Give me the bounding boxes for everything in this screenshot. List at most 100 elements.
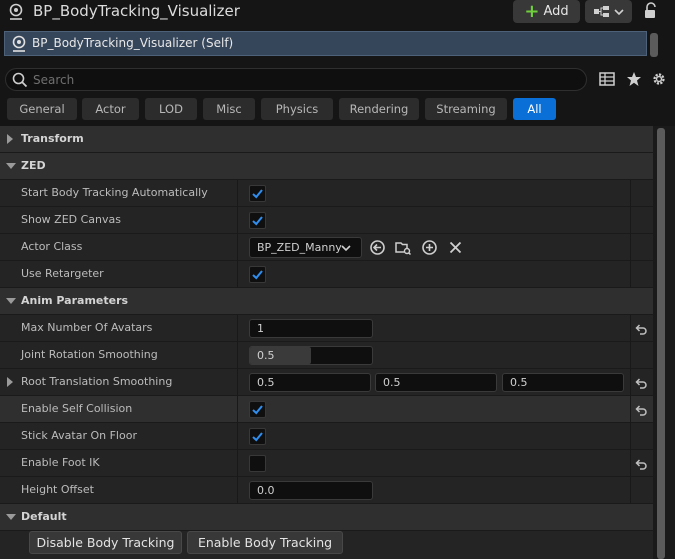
filter-actor[interactable]: Actor xyxy=(82,98,139,120)
property-label: Stick Avatar On Floor xyxy=(21,429,137,442)
filter-rendering[interactable]: Rendering xyxy=(339,98,419,120)
checkmark-icon xyxy=(252,189,263,199)
property-stick-avatar-on-floor: Stick Avatar On Floor xyxy=(0,423,653,450)
height-offset-field[interactable]: 0.0 xyxy=(249,481,373,500)
reset-to-default-icon[interactable] xyxy=(634,403,648,417)
property-label: Start Body Tracking Automatically xyxy=(21,186,208,199)
enable-body-tracking-button[interactable]: Enable Body Tracking xyxy=(187,531,343,554)
add-component-button[interactable]: + Add xyxy=(513,0,580,23)
root-translation-z-field[interactable]: 0.5 xyxy=(502,373,624,392)
category-label: ZED xyxy=(21,159,46,172)
collapse-arrow-icon xyxy=(6,163,16,169)
stick-floor-checkbox[interactable] xyxy=(249,428,266,445)
clear-icon[interactable] xyxy=(447,239,464,256)
property-start-body-tracking: Start Body Tracking Automatically xyxy=(0,180,653,207)
component-self-row[interactable]: BP_BodyTracking_Visualizer (Self) xyxy=(4,31,647,56)
filter-misc[interactable]: Misc xyxy=(203,98,255,120)
chevron-down-icon xyxy=(614,8,624,15)
add-label: Add xyxy=(543,4,569,19)
property-label: Height Offset xyxy=(21,483,94,496)
search-box[interactable] xyxy=(5,68,587,91)
disable-body-tracking-button[interactable]: Disable Body Tracking xyxy=(29,531,182,554)
actor-class-dropdown[interactable]: BP_ZED_Manny xyxy=(249,237,362,258)
field-value: 0.5 xyxy=(257,376,275,389)
actor-icon xyxy=(12,35,26,52)
lock-icon[interactable] xyxy=(642,2,660,20)
property-label: Root Translation Smoothing xyxy=(21,375,173,388)
field-value: 0.5 xyxy=(510,376,528,389)
reset-to-default-icon[interactable] xyxy=(634,457,648,471)
search-icon xyxy=(12,72,28,88)
actor-icon xyxy=(9,3,23,20)
root-translation-x-field[interactable]: 0.5 xyxy=(249,373,371,392)
field-value: 1 xyxy=(257,322,264,335)
property-label: Max Number Of Avatars xyxy=(21,321,153,334)
category-zed[interactable]: ZED xyxy=(0,153,653,180)
filter-all[interactable]: All xyxy=(513,98,556,120)
category-anim-parameters[interactable]: Anim Parameters xyxy=(0,288,653,315)
category-label: Anim Parameters xyxy=(21,294,129,307)
joint-rotation-slider[interactable]: 0.5 xyxy=(249,346,373,365)
property-root-translation-smoothing: Root Translation Smoothing 0.5 0.5 0.5 xyxy=(0,369,653,396)
property-label: Use Retargeter xyxy=(21,267,104,280)
expand-arrow-icon[interactable] xyxy=(6,377,14,387)
property-label: Show ZED Canvas xyxy=(21,213,122,226)
filter-physics[interactable]: Physics xyxy=(261,98,333,120)
blueprint-options-button[interactable] xyxy=(585,0,632,23)
self-collision-checkbox[interactable] xyxy=(249,401,266,418)
star-icon[interactable] xyxy=(626,71,642,87)
reset-to-default-icon[interactable] xyxy=(634,322,648,336)
checkmark-icon xyxy=(252,432,263,442)
property-max-avatars: Max Number Of Avatars 1 xyxy=(0,315,653,342)
property-enable-self-collision: Enable Self Collision xyxy=(0,396,653,423)
blueprint-hierarchy-icon xyxy=(594,5,609,17)
add-icon[interactable] xyxy=(421,239,438,256)
start-body-tracking-checkbox[interactable] xyxy=(249,185,266,202)
property-use-retargeter: Use Retargeter xyxy=(0,261,653,288)
root-translation-y-field[interactable]: 0.5 xyxy=(375,373,497,392)
filter-streaming[interactable]: Streaming xyxy=(425,98,507,120)
use-selected-icon[interactable] xyxy=(369,239,386,256)
property-label: Actor Class xyxy=(21,240,83,253)
filter-general[interactable]: General xyxy=(7,98,77,120)
field-value: 0.0 xyxy=(257,484,275,497)
component-label: BP_BodyTracking_Visualizer (Self) xyxy=(32,36,234,50)
table-view-icon[interactable] xyxy=(599,71,615,87)
actor-class-value: BP_ZED_Manny xyxy=(257,241,342,254)
collapse-arrow-icon xyxy=(6,514,16,520)
use-retargeter-checkbox[interactable] xyxy=(249,266,266,283)
property-height-offset: Height Offset 0.0 xyxy=(0,477,653,504)
chevron-down-icon xyxy=(341,245,351,252)
show-zed-canvas-checkbox[interactable] xyxy=(249,212,266,229)
property-show-zed-canvas: Show ZED Canvas xyxy=(0,207,653,234)
details-scrollbar[interactable] xyxy=(657,128,665,559)
title-bar: BP_BodyTracking_Visualizer + Add xyxy=(0,0,675,28)
foot-ik-checkbox[interactable] xyxy=(249,455,266,472)
details-panel: Transform ZED Start Body Tracking Automa… xyxy=(0,126,653,559)
property-actor-class: Actor Class BP_ZED_Manny xyxy=(0,234,653,261)
search-input[interactable] xyxy=(33,71,573,88)
property-label: Enable Self Collision xyxy=(21,402,133,415)
gear-icon[interactable] xyxy=(651,71,667,87)
browse-folder-icon[interactable] xyxy=(395,239,412,256)
max-avatars-field[interactable]: 1 xyxy=(249,319,373,338)
property-label: Joint Rotation Smoothing xyxy=(21,348,158,361)
components-scrollbar[interactable] xyxy=(650,33,658,57)
filter-lod[interactable]: LOD xyxy=(145,98,197,120)
field-value: 0.5 xyxy=(257,349,275,362)
checkmark-icon xyxy=(252,216,263,226)
category-default[interactable]: Default xyxy=(0,504,653,531)
property-label: Enable Foot IK xyxy=(21,456,100,469)
category-transform[interactable]: Transform xyxy=(0,126,653,153)
reset-to-default-icon[interactable] xyxy=(634,376,648,390)
category-label: Default xyxy=(21,510,67,523)
category-label: Transform xyxy=(21,132,84,145)
property-enable-foot-ik: Enable Foot IK xyxy=(0,450,653,477)
field-value: 0.5 xyxy=(383,376,401,389)
checkmark-icon xyxy=(252,405,263,415)
expand-arrow-icon xyxy=(7,134,13,144)
property-joint-rotation-smoothing: Joint Rotation Smoothing 0.5 xyxy=(0,342,653,369)
blueprint-title: BP_BodyTracking_Visualizer xyxy=(33,2,240,20)
collapse-arrow-icon xyxy=(6,298,16,304)
plus-icon: + xyxy=(524,0,540,22)
